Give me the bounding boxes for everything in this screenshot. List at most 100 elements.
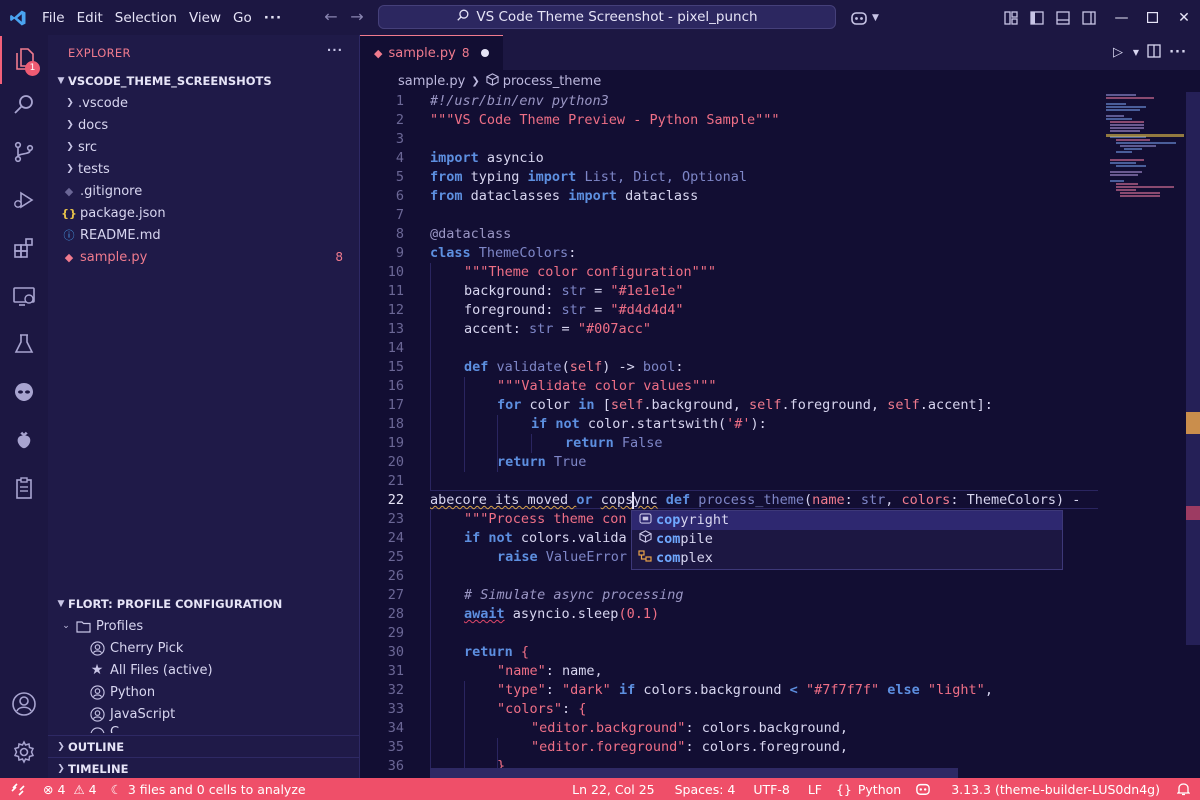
- remote-explorer-activity[interactable]: [0, 274, 48, 322]
- toggle-panel-icon[interactable]: [1050, 0, 1076, 35]
- analysis-status[interactable]: ☾ 3 files and 0 cells to analyze: [104, 778, 313, 800]
- profile-javascript[interactable]: JavaScript: [48, 703, 359, 725]
- menu-file[interactable]: File: [36, 6, 71, 30]
- alien-extension-activity[interactable]: [0, 370, 48, 418]
- language-mode[interactable]: {} Python: [829, 778, 908, 800]
- profile-python[interactable]: Python: [48, 681, 359, 703]
- code-line-20: return True: [497, 453, 586, 472]
- timeline-section[interactable]: ❯ TIMELINE: [48, 757, 359, 780]
- explorer-header: EXPLORER ···: [48, 35, 359, 70]
- code-token: validate: [496, 359, 562, 375]
- tree-item-readme[interactable]: ⓘ README.md: [48, 224, 359, 246]
- explorer-more-actions-icon[interactable]: ···: [327, 43, 343, 57]
- code-editor[interactable]: 1 2 3 4 5 6 7 8 9 10 11 12 13 14 15 16 17 18 19 20 21 22 23 24 2…: [360, 92, 1100, 778]
- menu-go[interactable]: Go: [227, 6, 258, 30]
- menu-edit[interactable]: Edit: [71, 6, 109, 30]
- notifications-bell-icon[interactable]: [1167, 778, 1200, 800]
- minimap[interactable]: [1098, 92, 1184, 778]
- indentation[interactable]: Spaces: 4: [668, 778, 743, 800]
- profile-c[interactable]: C: [48, 725, 359, 733]
- chevron-down-icon[interactable]: ▼: [1130, 48, 1142, 57]
- code-token: =: [553, 321, 578, 337]
- outline-section[interactable]: ❯ OUTLINE: [48, 735, 359, 758]
- tree-item-gitignore[interactable]: ◆ .gitignore: [48, 180, 359, 202]
- chevron-right-icon: ❯: [57, 764, 65, 774]
- clipboard-activity[interactable]: [0, 466, 48, 514]
- line-number: 15: [387, 359, 404, 375]
- code-token: .accent]:: [919, 397, 993, 413]
- customize-layout-icon[interactable]: [998, 0, 1024, 35]
- testing-activity[interactable]: [0, 322, 48, 370]
- activity-bar: 1: [0, 35, 48, 778]
- braces-icon: {}: [835, 781, 852, 797]
- code-token: ValueError: [545, 549, 628, 565]
- end-of-line[interactable]: LF: [801, 778, 829, 800]
- run-debug-activity[interactable]: [0, 178, 48, 226]
- python-interpreter[interactable]: 3.13.3 (theme-builder-LUS0dn4g): [944, 778, 1167, 800]
- toggle-primary-sidebar-icon[interactable]: [1024, 0, 1050, 35]
- maximize-icon[interactable]: [1137, 0, 1168, 35]
- code-token: "#1e1e1e": [610, 283, 684, 299]
- chevron-right-icon: ❯: [66, 120, 74, 130]
- code-line-12: foreground: str = "#d4d4d4": [464, 301, 683, 320]
- split-editor-icon[interactable]: [1142, 43, 1166, 62]
- more-actions-icon[interactable]: ···: [1166, 45, 1190, 60]
- profiles-group[interactable]: ⌄ Profiles: [48, 615, 359, 637]
- source-control-activity[interactable]: [0, 130, 48, 178]
- command-center[interactable]: VS Code Theme Screenshot - pixel_punch: [378, 5, 836, 29]
- code-token: ): [650, 606, 660, 622]
- manage-activity[interactable]: [0, 730, 48, 778]
- menu-view[interactable]: View: [183, 6, 227, 30]
- tree-item-tests[interactable]: ❯ tests: [48, 158, 359, 180]
- encoding[interactable]: UTF-8: [746, 778, 796, 800]
- toggle-secondary-sidebar-icon[interactable]: [1076, 0, 1102, 35]
- class-icon: [636, 549, 654, 568]
- remote-indicator-icon[interactable]: [0, 778, 36, 800]
- line-number: 10: [387, 264, 404, 280]
- code-token: List, Dict, Optional: [576, 169, 748, 185]
- close-icon[interactable]: ✕: [1168, 0, 1200, 35]
- line-number: 9: [395, 245, 404, 261]
- suggestion-item[interactable]: com pile: [632, 530, 1062, 549]
- minimize-icon[interactable]: —: [1106, 0, 1137, 35]
- breadcrumb-file[interactable]: sample.py: [398, 74, 465, 89]
- menu-selection[interactable]: Selection: [109, 6, 183, 30]
- json-file-icon: {}: [61, 206, 77, 220]
- cursor-position[interactable]: Ln 22, Col 25: [565, 778, 661, 800]
- copilot-status-icon[interactable]: [908, 778, 938, 800]
- menu-more[interactable]: ···: [258, 6, 288, 30]
- workspace-root-header[interactable]: ▼ VSCODE_THEME_SCREENSHOTS: [48, 70, 359, 92]
- flort-header[interactable]: ▼ FLORT: PROFILE CONFIGURATION: [48, 593, 359, 615]
- tree-item-vscode[interactable]: ❯ .vscode: [48, 92, 359, 114]
- tab-sample-py[interactable]: ◆ sample.py 8: [360, 35, 504, 70]
- problems-status[interactable]: ⊗ 4 ⚠ 4: [36, 778, 104, 800]
- explorer-activity[interactable]: 1: [0, 36, 48, 84]
- tree-item-src[interactable]: ❯ src: [48, 136, 359, 158]
- code-token: return: [464, 644, 513, 660]
- extensions-activity[interactable]: [0, 226, 48, 274]
- suggestion-item[interactable]: com plex: [632, 549, 1062, 568]
- search-activity[interactable]: [0, 82, 48, 130]
- star-icon: ★: [90, 662, 104, 678]
- suggestion-item[interactable]: cop yright: [632, 511, 1062, 530]
- breadcrumb-symbol[interactable]: process_theme: [503, 74, 601, 89]
- code-token: """Theme color configuration""": [464, 264, 716, 280]
- code-token: .foreground,: [781, 397, 888, 413]
- profile-cherry-pick[interactable]: Cherry Pick: [48, 637, 359, 659]
- accounts-activity[interactable]: [0, 682, 48, 730]
- horizontal-scrollbar[interactable]: [430, 768, 958, 778]
- suggestion-match: com: [656, 531, 681, 547]
- unsaved-dot-icon[interactable]: [481, 49, 490, 57]
- tree-item-package-json[interactable]: {} package.json: [48, 202, 359, 224]
- back-arrow-icon[interactable]: ←: [318, 7, 344, 26]
- tree-item-sample-py[interactable]: ◆ sample.py 8: [48, 246, 359, 268]
- copilot-menu[interactable]: ▼: [846, 0, 879, 35]
- tree-item-docs[interactable]: ❯ docs: [48, 114, 359, 136]
- forward-arrow-icon[interactable]: →: [344, 7, 370, 26]
- vertical-scrollbar[interactable]: [1186, 92, 1200, 645]
- chevron-right-icon: ❯: [66, 98, 74, 108]
- run-python-icon[interactable]: ▷: [1106, 45, 1130, 60]
- line-number: 6: [395, 188, 404, 204]
- profile-all-files[interactable]: ★ All Files (active): [48, 659, 359, 681]
- fruit-extension-activity[interactable]: [0, 418, 48, 466]
